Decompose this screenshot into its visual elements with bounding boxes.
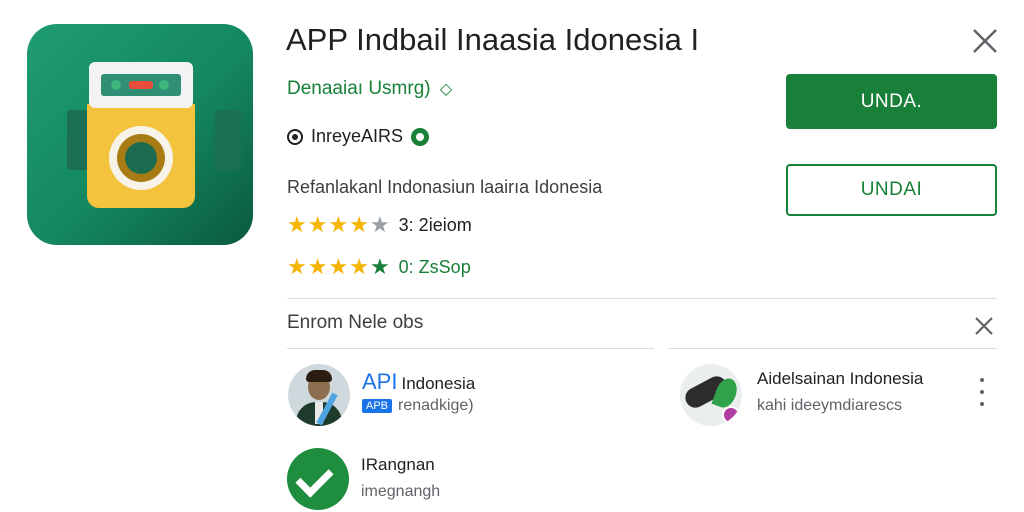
item-prefix: API bbox=[362, 369, 398, 394]
contains-text: InreyeAIRS bbox=[311, 126, 404, 146]
list-item-subtitle: APB renadkige) bbox=[362, 397, 474, 415]
info-icon bbox=[287, 128, 303, 145]
rating-row: ★ ★ ★ ★ ★ 0: ZsSop bbox=[287, 256, 471, 278]
more-options-icon[interactable] bbox=[978, 378, 986, 406]
secondary-button[interactable]: UNDAI bbox=[786, 164, 997, 216]
item-title-text: Indonesia bbox=[401, 374, 476, 393]
star-green-icon: ★ bbox=[369, 254, 390, 279]
list-item-subtitle: kahi ideeymdiarescs bbox=[757, 397, 902, 414]
list-item-title[interactable]: API Indonesia bbox=[362, 369, 475, 395]
list-item-subtitle: imegnangh bbox=[361, 483, 441, 500]
developer-name: Denaaiaı Usmrg) bbox=[287, 78, 431, 99]
developer-link[interactable]: Denaaiaı Usmrg) ◇ bbox=[287, 78, 452, 100]
star-empty-icon: ★ bbox=[369, 212, 390, 237]
star-icon: ★ bbox=[328, 254, 349, 279]
star-icon: ★ bbox=[307, 254, 328, 279]
globe-icon bbox=[411, 127, 430, 146]
checkmark-avatar-icon[interactable] bbox=[287, 448, 349, 510]
rating-row: ★ ★ ★ ★ ★ 3: 2ieiom bbox=[287, 214, 472, 236]
contains-info: InreyeAIRS bbox=[287, 126, 430, 147]
star-icon: ★ bbox=[328, 212, 349, 237]
app-title: APP Indbail Inaasia Idonesia I bbox=[286, 22, 700, 57]
star-icon: ★ bbox=[287, 212, 307, 237]
verified-badge-icon: ◇ bbox=[439, 81, 453, 98]
star-icon: ★ bbox=[287, 254, 307, 279]
section-title: Enrom Nele obs bbox=[287, 312, 424, 333]
star-icon: ★ bbox=[349, 212, 369, 237]
item-subtitle-text: renadkige) bbox=[398, 397, 474, 414]
avatar[interactable] bbox=[680, 364, 742, 426]
close-icon[interactable] bbox=[972, 314, 996, 338]
app-icon bbox=[27, 24, 253, 245]
install-button[interactable]: UNDA. bbox=[786, 74, 997, 129]
close-icon[interactable] bbox=[970, 26, 1000, 56]
list-item-title[interactable]: Aidelsainan Indonesia bbox=[757, 369, 923, 389]
avatar[interactable] bbox=[288, 364, 350, 426]
list-item-title[interactable]: IRangnan bbox=[361, 455, 435, 475]
rating-text: 0: ZsSop bbox=[398, 256, 471, 277]
item-divider bbox=[668, 348, 997, 349]
rating-text: 3: 2ieiom bbox=[398, 214, 472, 235]
item-divider bbox=[287, 348, 654, 349]
section-divider bbox=[287, 298, 997, 299]
app-description: Refanlakanl Indonasiun laairıa Idonesia bbox=[287, 177, 603, 197]
star-icon: ★ bbox=[307, 212, 328, 237]
star-icon: ★ bbox=[349, 254, 369, 279]
item-tag: APB bbox=[362, 399, 393, 413]
